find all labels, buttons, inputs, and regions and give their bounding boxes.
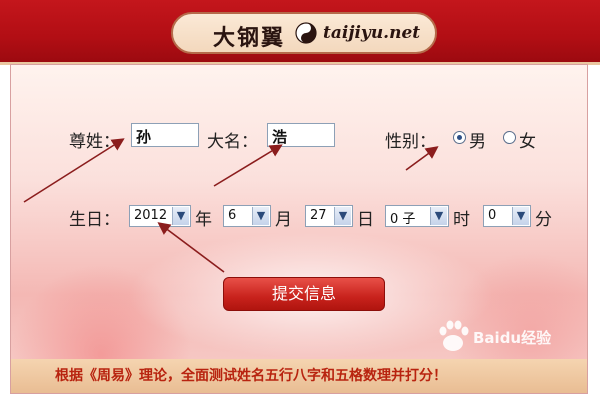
gender-option-female-label: 女	[519, 132, 536, 152]
site-logo[interactable]: 大钢翼 taijiyu.net	[171, 12, 437, 54]
name-test-form: 尊姓： 孙 大名： 浩 性别： 男 女 生日： 2012 ▼ 年 6 ▼ 月 2…	[10, 64, 588, 394]
yinyang-icon	[295, 22, 317, 44]
gender-label: 性别：	[385, 132, 436, 152]
givenname-input[interactable]: 浩	[267, 123, 335, 147]
chevron-down-icon[interactable]: ▼	[430, 207, 447, 225]
window: 大钢翼 taijiyu.net 尊姓： 孙 大名： 浩 性别： 男 女 生日： …	[0, 0, 600, 400]
hour-unit: 时	[453, 210, 470, 230]
chevron-down-icon[interactable]: ▼	[252, 207, 269, 225]
surname-input[interactable]: 孙	[131, 123, 199, 147]
paw-icon	[439, 320, 469, 351]
watermark-text: Baidu经验	[473, 329, 552, 347]
minute-value: 0	[488, 208, 497, 223]
logo-calligraphy: 大钢翼	[213, 25, 286, 51]
logo-domain: taijiyu.net	[323, 23, 421, 43]
day-unit: 日	[357, 210, 374, 230]
minute-select[interactable]: 0 ▼	[483, 205, 531, 227]
year-value: 2012	[134, 208, 168, 223]
month-unit: 月	[275, 210, 292, 230]
hour-value: 0 子	[390, 212, 416, 227]
chevron-down-icon[interactable]: ▼	[172, 207, 189, 225]
hour-select[interactable]: 0 子 ▼	[385, 205, 449, 227]
submit-button[interactable]: 提交信息	[223, 277, 385, 311]
day-value: 27	[310, 208, 327, 223]
day-select[interactable]: 27 ▼	[305, 205, 353, 227]
gender-radio-female[interactable]	[503, 131, 516, 144]
year-unit: 年	[195, 210, 212, 230]
givenname-label: 大名：	[207, 132, 258, 152]
month-select[interactable]: 6 ▼	[223, 205, 271, 227]
birthday-label: 生日：	[69, 210, 120, 230]
gender-option-male-label: 男	[469, 132, 486, 152]
year-select[interactable]: 2012 ▼	[129, 205, 191, 227]
minute-unit: 分	[535, 210, 552, 230]
month-value: 6	[228, 208, 237, 223]
radio-selected-dot	[457, 135, 462, 140]
chevron-down-icon[interactable]: ▼	[334, 207, 351, 225]
gender-radio-male[interactable]	[453, 131, 466, 144]
surname-label: 尊姓：	[69, 132, 120, 152]
site-header: 大钢翼 taijiyu.net	[0, 0, 600, 65]
chevron-down-icon[interactable]: ▼	[512, 207, 529, 225]
footer-text: 根据《周易》理论，全面测试姓名五行八字和五格数理并打分！	[55, 368, 447, 384]
